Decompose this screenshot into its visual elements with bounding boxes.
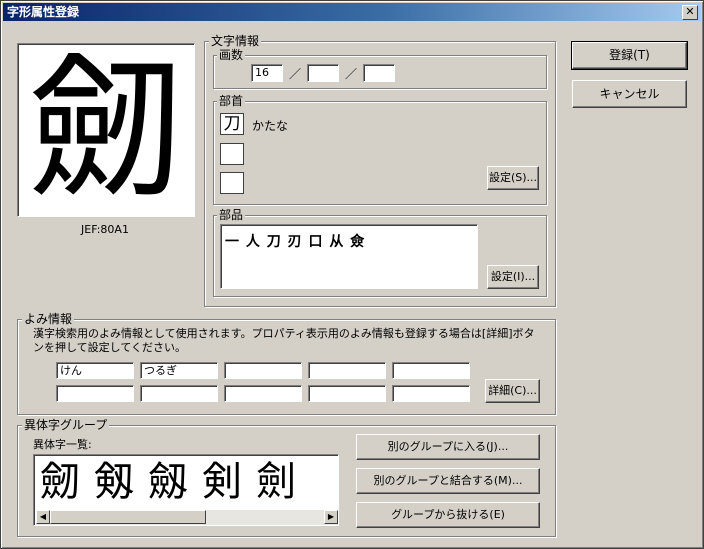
strokes-field-3[interactable] [363, 64, 395, 82]
reading-field-1-3[interactable] [224, 362, 302, 379]
register-button[interactable]: 登録(T) [571, 41, 688, 70]
reading-label: よみ情報 [22, 312, 75, 326]
variant-item[interactable]: 剱 [94, 457, 134, 507]
strokes-field-1[interactable]: 16 [251, 64, 283, 82]
scroll-right-icon[interactable]: ▶ [324, 510, 338, 524]
strokes-separator-1: ／ [289, 67, 302, 81]
scroll-thumb[interactable] [50, 510, 206, 524]
variant-group-label: 異体字グループ [22, 418, 110, 432]
window-title: 字形属性登録 [7, 5, 80, 19]
variant-list[interactable]: 劒剱劔剣劍 ◀ ▶ [33, 454, 339, 526]
reading-field-1-1[interactable]: けん [56, 362, 134, 379]
parts-label: 部品 [217, 208, 246, 222]
reading-field-2-4[interactable] [308, 385, 386, 402]
close-icon[interactable]: ✕ [682, 5, 698, 20]
variant-list-label: 異体字一覧: [33, 438, 92, 451]
title-bar[interactable]: 字形属性登録 ✕ [3, 3, 701, 21]
reading-detail-button[interactable]: 詳細(C)... [485, 379, 540, 403]
variant-item[interactable]: 劍 [256, 457, 296, 507]
strokes-separator-2: ／ [345, 67, 358, 81]
cancel-button[interactable]: キャンセル [572, 80, 687, 108]
variant-item[interactable]: 劒 [40, 457, 80, 507]
parts-field[interactable]: 一 人 刀 刃 口 从 僉 [220, 224, 478, 289]
parts-set-button[interactable]: 設定(I)... [487, 265, 539, 289]
reading-field-2-2[interactable] [140, 385, 218, 402]
scroll-left-icon[interactable]: ◀ [36, 510, 50, 524]
reading-field-2-3[interactable] [224, 385, 302, 402]
leave-group-button[interactable]: グループから抜ける(E) [356, 502, 540, 528]
variant-scrollbar[interactable]: ◀ ▶ [36, 510, 338, 525]
reading-field-1-4[interactable] [308, 362, 386, 379]
strokes-label: 画数 [217, 48, 246, 62]
variant-list-items: 劒剱劔剣劍 [40, 457, 310, 507]
merge-group-button[interactable]: 別のグループと結合する(M)... [356, 468, 540, 494]
radical-box-1[interactable]: 刀 [220, 113, 244, 135]
radical-label: 部首 [217, 94, 246, 108]
char-info-label: 文字情報 [209, 34, 262, 48]
reading-field-1-2[interactable]: つるぎ [140, 362, 218, 379]
radical-reading-1: かたな [252, 119, 289, 133]
reading-field-1-5[interactable] [392, 362, 470, 379]
dialog-window: 字形属性登録 ✕ 劒 JEF:80A1 文字情報 画数 16 ／ ／ 部首 刀 … [0, 0, 704, 549]
glyph-preview: 劒 [17, 43, 195, 217]
reading-description: 漢字検索用のよみ情報として使用されます。プロパティ表示用のよみ情報も登録する場合… [33, 327, 535, 354]
variant-item[interactable]: 劔 [148, 457, 188, 507]
reading-field-2-5[interactable] [392, 385, 470, 402]
variant-item[interactable]: 剣 [202, 457, 242, 507]
radical-set-button[interactable]: 設定(S)... [487, 166, 539, 190]
radical-box-3[interactable] [220, 172, 244, 194]
glyph-code: JEF:80A1 [81, 223, 129, 236]
radical-box-2[interactable] [220, 143, 244, 165]
reading-field-2-1[interactable] [56, 385, 134, 402]
join-group-button[interactable]: 別のグループに入る(J)... [356, 434, 540, 460]
strokes-field-2[interactable] [307, 64, 339, 82]
